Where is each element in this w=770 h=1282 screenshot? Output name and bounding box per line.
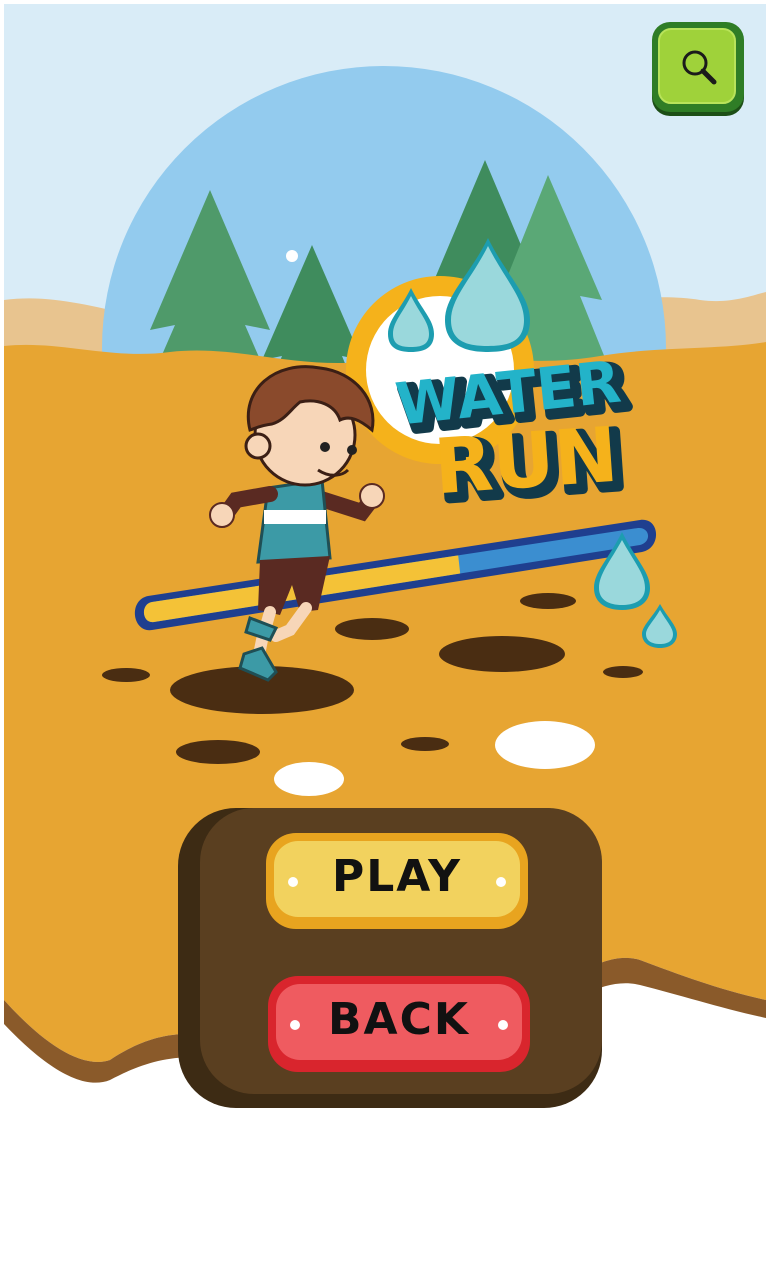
hole [439, 636, 565, 672]
runner-fist [359, 483, 385, 509]
play-button[interactable]: PLAY [266, 833, 528, 929]
runner-eye [347, 445, 357, 455]
search-icon [682, 50, 717, 85]
search-button-face [658, 28, 736, 104]
runner-shirt-stripe [264, 510, 326, 524]
hole [603, 666, 643, 678]
puddle [274, 762, 344, 796]
hole [176, 740, 260, 764]
hole [520, 593, 576, 609]
puddle [495, 721, 595, 769]
back-button[interactable]: BACK [268, 976, 530, 1072]
bubble [286, 250, 298, 262]
hole [102, 668, 150, 682]
game-title-line2-fill: RUN [431, 410, 621, 512]
back-button-label: BACK [328, 994, 470, 1045]
hole [335, 618, 409, 640]
runner-eye [320, 442, 330, 452]
search-button[interactable] [652, 22, 744, 112]
runner-hand [209, 502, 235, 528]
hole [401, 737, 449, 751]
play-button-label: PLAY [332, 851, 462, 902]
runner-ear [244, 432, 272, 460]
